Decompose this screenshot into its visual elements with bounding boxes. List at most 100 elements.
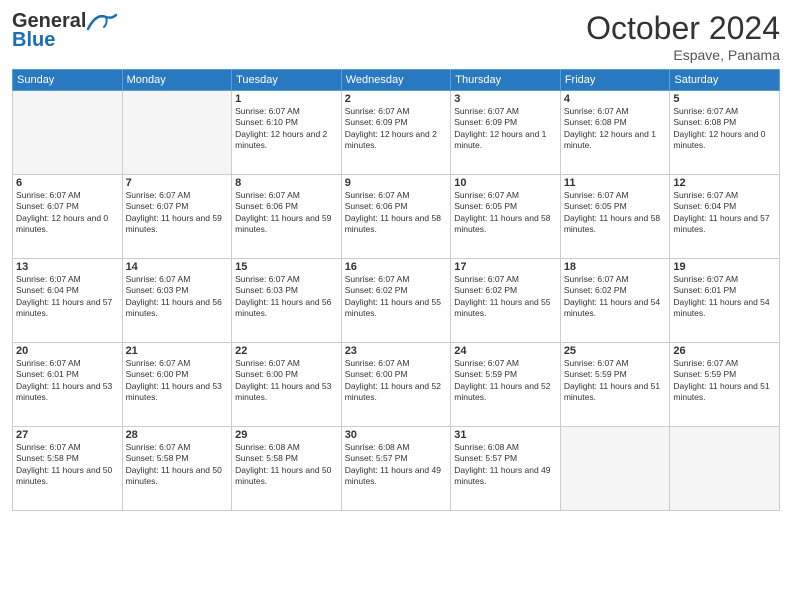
calendar-cell: 7Sunrise: 6:07 AMSunset: 6:07 PMDaylight… <box>122 175 232 259</box>
calendar-cell: 16Sunrise: 6:07 AMSunset: 6:02 PMDayligh… <box>341 259 451 343</box>
calendar-cell: 15Sunrise: 6:07 AMSunset: 6:03 PMDayligh… <box>232 259 342 343</box>
day-info: Sunrise: 6:07 AMSunset: 6:04 PMDaylight:… <box>16 274 119 320</box>
day-info: Sunrise: 6:07 AMSunset: 6:06 PMDaylight:… <box>235 190 338 236</box>
calendar-cell: 21Sunrise: 6:07 AMSunset: 6:00 PMDayligh… <box>122 343 232 427</box>
day-number: 10 <box>454 177 557 189</box>
calendar-cell <box>560 427 670 511</box>
day-number: 11 <box>564 177 667 189</box>
day-info: Sunrise: 6:07 AMSunset: 6:05 PMDaylight:… <box>454 190 557 236</box>
calendar-cell: 28Sunrise: 6:07 AMSunset: 5:58 PMDayligh… <box>122 427 232 511</box>
calendar-cell: 24Sunrise: 6:07 AMSunset: 5:59 PMDayligh… <box>451 343 561 427</box>
calendar-cell: 5Sunrise: 6:07 AMSunset: 6:08 PMDaylight… <box>670 91 780 175</box>
day-info: Sunrise: 6:07 AMSunset: 6:08 PMDaylight:… <box>564 106 667 152</box>
day-number: 26 <box>673 345 776 357</box>
day-number: 21 <box>126 345 229 357</box>
calendar-cell: 9Sunrise: 6:07 AMSunset: 6:06 PMDaylight… <box>341 175 451 259</box>
calendar-cell: 8Sunrise: 6:07 AMSunset: 6:06 PMDaylight… <box>232 175 342 259</box>
day-info: Sunrise: 6:07 AMSunset: 6:02 PMDaylight:… <box>345 274 448 320</box>
day-info: Sunrise: 6:07 AMSunset: 6:03 PMDaylight:… <box>235 274 338 320</box>
calendar-cell: 11Sunrise: 6:07 AMSunset: 6:05 PMDayligh… <box>560 175 670 259</box>
day-info: Sunrise: 6:07 AMSunset: 6:06 PMDaylight:… <box>345 190 448 236</box>
day-info: Sunrise: 6:07 AMSunset: 5:59 PMDaylight:… <box>454 358 557 404</box>
day-number: 29 <box>235 429 338 441</box>
calendar-cell <box>122 91 232 175</box>
day-number: 13 <box>16 261 119 273</box>
calendar-cell: 4Sunrise: 6:07 AMSunset: 6:08 PMDaylight… <box>560 91 670 175</box>
day-info: Sunrise: 6:08 AMSunset: 5:58 PMDaylight:… <box>235 442 338 488</box>
location-subtitle: Espave, Panama <box>586 47 780 63</box>
day-info: Sunrise: 6:07 AMSunset: 6:09 PMDaylight:… <box>454 106 557 152</box>
day-number: 14 <box>126 261 229 273</box>
day-info: Sunrise: 6:07 AMSunset: 5:59 PMDaylight:… <box>673 358 776 404</box>
day-number: 16 <box>345 261 448 273</box>
day-info: Sunrise: 6:07 AMSunset: 6:08 PMDaylight:… <box>673 106 776 152</box>
logo-blue: Blue <box>12 29 55 52</box>
calendar-cell: 12Sunrise: 6:07 AMSunset: 6:04 PMDayligh… <box>670 175 780 259</box>
day-number: 2 <box>345 93 448 105</box>
calendar-day-header: Thursday <box>451 70 561 91</box>
day-number: 28 <box>126 429 229 441</box>
calendar-cell: 17Sunrise: 6:07 AMSunset: 6:02 PMDayligh… <box>451 259 561 343</box>
day-number: 3 <box>454 93 557 105</box>
logo-bird-icon <box>86 11 118 33</box>
day-info: Sunrise: 6:07 AMSunset: 5:59 PMDaylight:… <box>564 358 667 404</box>
day-number: 27 <box>16 429 119 441</box>
calendar-cell <box>670 427 780 511</box>
day-info: Sunrise: 6:07 AMSunset: 5:58 PMDaylight:… <box>16 442 119 488</box>
day-info: Sunrise: 6:07 AMSunset: 6:09 PMDaylight:… <box>345 106 448 152</box>
calendar-header-row: SundayMondayTuesdayWednesdayThursdayFrid… <box>13 70 780 91</box>
day-number: 20 <box>16 345 119 357</box>
day-number: 19 <box>673 261 776 273</box>
month-title: October 2024 <box>586 10 780 47</box>
calendar-cell: 29Sunrise: 6:08 AMSunset: 5:58 PMDayligh… <box>232 427 342 511</box>
day-info: Sunrise: 6:07 AMSunset: 6:01 PMDaylight:… <box>16 358 119 404</box>
calendar-cell: 27Sunrise: 6:07 AMSunset: 5:58 PMDayligh… <box>13 427 123 511</box>
calendar-cell: 6Sunrise: 6:07 AMSunset: 6:07 PMDaylight… <box>13 175 123 259</box>
day-info: Sunrise: 6:07 AMSunset: 6:07 PMDaylight:… <box>16 190 119 236</box>
day-number: 15 <box>235 261 338 273</box>
day-number: 8 <box>235 177 338 189</box>
calendar-day-header: Friday <box>560 70 670 91</box>
calendar-cell: 14Sunrise: 6:07 AMSunset: 6:03 PMDayligh… <box>122 259 232 343</box>
calendar-cell: 2Sunrise: 6:07 AMSunset: 6:09 PMDaylight… <box>341 91 451 175</box>
day-info: Sunrise: 6:07 AMSunset: 5:58 PMDaylight:… <box>126 442 229 488</box>
calendar-week-row: 20Sunrise: 6:07 AMSunset: 6:01 PMDayligh… <box>13 343 780 427</box>
title-section: October 2024 Espave, Panama <box>586 10 780 63</box>
calendar-cell: 23Sunrise: 6:07 AMSunset: 6:00 PMDayligh… <box>341 343 451 427</box>
day-number: 25 <box>564 345 667 357</box>
day-info: Sunrise: 6:07 AMSunset: 6:04 PMDaylight:… <box>673 190 776 236</box>
calendar-week-row: 6Sunrise: 6:07 AMSunset: 6:07 PMDaylight… <box>13 175 780 259</box>
day-number: 4 <box>564 93 667 105</box>
day-info: Sunrise: 6:07 AMSunset: 6:00 PMDaylight:… <box>235 358 338 404</box>
calendar-week-row: 13Sunrise: 6:07 AMSunset: 6:04 PMDayligh… <box>13 259 780 343</box>
calendar-cell: 1Sunrise: 6:07 AMSunset: 6:10 PMDaylight… <box>232 91 342 175</box>
day-info: Sunrise: 6:07 AMSunset: 6:03 PMDaylight:… <box>126 274 229 320</box>
calendar-cell: 20Sunrise: 6:07 AMSunset: 6:01 PMDayligh… <box>13 343 123 427</box>
calendar-cell: 19Sunrise: 6:07 AMSunset: 6:01 PMDayligh… <box>670 259 780 343</box>
calendar-week-row: 27Sunrise: 6:07 AMSunset: 5:58 PMDayligh… <box>13 427 780 511</box>
calendar-cell: 22Sunrise: 6:07 AMSunset: 6:00 PMDayligh… <box>232 343 342 427</box>
day-info: Sunrise: 6:07 AMSunset: 6:01 PMDaylight:… <box>673 274 776 320</box>
day-number: 9 <box>345 177 448 189</box>
day-info: Sunrise: 6:07 AMSunset: 6:07 PMDaylight:… <box>126 190 229 236</box>
day-number: 12 <box>673 177 776 189</box>
page-header: General Blue October 2024 Espave, Panama <box>12 10 780 63</box>
calendar-day-header: Wednesday <box>341 70 451 91</box>
day-number: 18 <box>564 261 667 273</box>
day-number: 5 <box>673 93 776 105</box>
calendar-day-header: Monday <box>122 70 232 91</box>
calendar-day-header: Saturday <box>670 70 780 91</box>
day-number: 6 <box>16 177 119 189</box>
calendar-day-header: Sunday <box>13 70 123 91</box>
logo: General Blue <box>12 10 118 52</box>
calendar-cell: 10Sunrise: 6:07 AMSunset: 6:05 PMDayligh… <box>451 175 561 259</box>
day-info: Sunrise: 6:07 AMSunset: 6:00 PMDaylight:… <box>126 358 229 404</box>
calendar-day-header: Tuesday <box>232 70 342 91</box>
calendar-cell: 26Sunrise: 6:07 AMSunset: 5:59 PMDayligh… <box>670 343 780 427</box>
calendar-cell <box>13 91 123 175</box>
day-number: 30 <box>345 429 448 441</box>
calendar-cell: 30Sunrise: 6:08 AMSunset: 5:57 PMDayligh… <box>341 427 451 511</box>
calendar-cell: 18Sunrise: 6:07 AMSunset: 6:02 PMDayligh… <box>560 259 670 343</box>
day-info: Sunrise: 6:07 AMSunset: 6:05 PMDaylight:… <box>564 190 667 236</box>
day-number: 17 <box>454 261 557 273</box>
